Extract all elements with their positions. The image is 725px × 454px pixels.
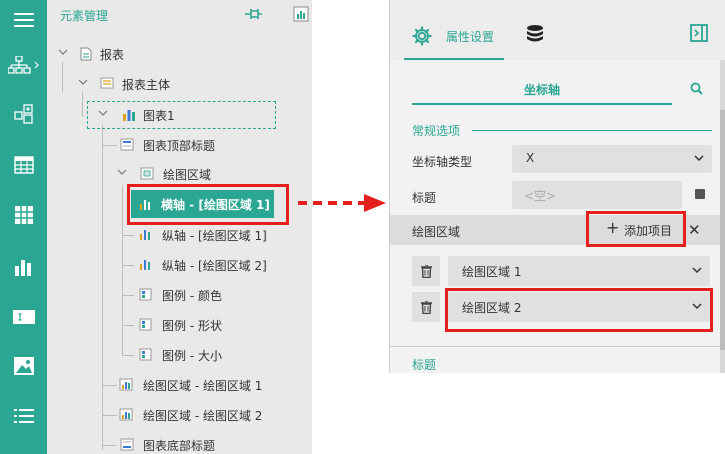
axis-type-select[interactable]: X — [512, 145, 712, 173]
axis-type-value: X — [526, 151, 535, 165]
axis-type-row: 坐标轴类型 X — [412, 145, 712, 175]
plot-area-icon — [119, 378, 133, 391]
property-panel: 属性设置 坐标轴 常规选项 坐标轴类型 X 标题 <空> 绘图区域 + 添加项目… — [389, 0, 725, 373]
tree-item-plot-area-2[interactable]: 绘图区域 - 绘图区域 2 — [47, 401, 312, 430]
tab-axis[interactable]: 坐标轴 — [412, 75, 672, 105]
tree-item-label: 报表 — [100, 48, 125, 62]
plot-area-icon — [119, 408, 133, 421]
report-icon — [80, 47, 92, 61]
tree-item-label: 图表1 — [143, 109, 175, 123]
section-general-title: 常规选项 — [412, 124, 461, 138]
tree-item-label: 纵轴 - [绘图区域 2] — [162, 259, 267, 273]
title-row: 标题 <空> — [412, 181, 712, 211]
tree-item-label: 图例 - 颜色 — [162, 289, 222, 303]
highlight-box-add-item — [586, 211, 686, 247]
section-title-title: 标题 — [412, 358, 437, 372]
chart-icon — [123, 110, 135, 121]
plot-area-icon — [140, 167, 154, 180]
chart-view-icon[interactable] — [293, 6, 309, 26]
title-input[interactable]: <空> — [512, 181, 682, 209]
tree-title: 元素管理 — [60, 9, 109, 23]
plot-area-value: 绘图区域 1 — [462, 265, 522, 279]
tree-item-label: 绘图区域 - 绘图区域 2 — [143, 409, 263, 423]
title-icon — [120, 138, 134, 151]
chevron-down-icon — [694, 155, 704, 162]
pin-icon[interactable] — [243, 6, 263, 25]
property-panel-tabs: 属性设置 — [390, 0, 725, 60]
title-label: 标题 — [412, 191, 437, 205]
tree-item-legend-color[interactable]: 图例 - 颜色 — [47, 281, 312, 310]
table-icon[interactable] — [0, 145, 47, 185]
gear-icon — [412, 26, 432, 46]
tree-item-y-axis-1[interactable]: 纵轴 - [绘图区域 1] — [47, 221, 312, 250]
arrow-annotation — [298, 194, 386, 212]
tree-item-chart-top-title[interactable]: 图表顶部标题 — [47, 131, 312, 160]
close-icon[interactable]: ✕ — [688, 221, 701, 239]
tree-item-legend-shape[interactable]: 图例 - 形状 — [47, 311, 312, 340]
tree-item-report-body[interactable]: 报表主体 — [47, 70, 312, 99]
plot-area-select[interactable]: 绘图区域 1 — [448, 256, 710, 286]
layout-icon[interactable] — [0, 94, 47, 134]
axis-icon — [140, 230, 150, 240]
tree-item-label: 报表主体 — [122, 78, 171, 92]
legend-icon — [139, 318, 152, 331]
title-placeholder: <空> — [524, 189, 557, 203]
tab-label: 属性设置 — [446, 30, 495, 44]
list-item: 绘图区域 1 — [412, 256, 712, 286]
plot-area-label: 绘图区域 — [412, 225, 461, 239]
trash-icon[interactable] — [412, 256, 440, 286]
chevron-down-icon[interactable] — [78, 78, 88, 86]
collapse-panel-icon[interactable] — [690, 24, 708, 42]
chevron-down-icon[interactable] — [98, 109, 108, 117]
chevron-down-icon[interactable] — [58, 48, 68, 56]
grid-icon[interactable] — [0, 195, 47, 235]
expression-button[interactable] — [695, 189, 705, 199]
list-icon[interactable] — [0, 396, 47, 436]
legend-icon — [139, 348, 152, 361]
axis-type-label: 坐标轴类型 — [412, 155, 473, 169]
tree-item-y-axis-2[interactable]: 纵轴 - [绘图区域 2] — [47, 251, 312, 280]
highlight-box-x-axis — [127, 184, 289, 225]
search-icon[interactable] — [690, 82, 703, 95]
tree-item-chart-bottom-title[interactable]: 图表底部标题 — [47, 431, 312, 454]
tree-item-plot-area-1[interactable]: 绘图区域 - 绘图区域 1 — [47, 371, 312, 400]
scrollbar-thumb[interactable] — [720, 110, 725, 350]
tree-header: 元素管理 — [47, 0, 312, 32]
tree-item-label: 绘图区域 - 绘图区域 1 — [143, 379, 263, 393]
chevron-down-icon[interactable] — [117, 168, 127, 176]
tree-item-legend-size[interactable]: 图例 - 大小 — [47, 341, 312, 370]
body-icon — [100, 77, 114, 89]
menu-icon[interactable] — [0, 0, 47, 40]
database-icon[interactable] — [526, 24, 544, 44]
tree-item-label: 图例 - 形状 — [162, 319, 222, 333]
tree-item-label: 图表底部标题 — [143, 439, 216, 453]
tree-icon[interactable] — [0, 45, 47, 85]
title-icon — [120, 438, 134, 451]
image-icon[interactable] — [0, 346, 47, 386]
element-tree-panel: 元素管理 报表 报表主体 图表1 图表顶部标题 绘图区域 横轴 - [绘图区域 … — [47, 0, 312, 454]
tab-property-settings[interactable]: 属性设置 — [404, 14, 504, 60]
tree-item-report[interactable]: 报表 — [47, 40, 312, 69]
bar-chart-icon[interactable] — [0, 247, 47, 287]
textbox-icon[interactable] — [0, 297, 47, 337]
trash-icon[interactable] — [412, 292, 440, 322]
highlight-box-plot-area-2 — [445, 288, 713, 332]
tree-item-label: 绘图区域 — [163, 168, 212, 182]
tree-item-label: 纵轴 - [绘图区域 1] — [162, 229, 267, 243]
legend-icon — [139, 288, 152, 301]
tree-item-label: 图例 - 大小 — [162, 349, 222, 363]
left-toolbar — [0, 0, 47, 454]
chevron-down-icon — [692, 267, 702, 274]
tree-item-label: 图表顶部标题 — [143, 139, 216, 153]
axis-icon — [140, 260, 150, 270]
tree-item-chart1[interactable]: 图表1 — [47, 101, 312, 130]
